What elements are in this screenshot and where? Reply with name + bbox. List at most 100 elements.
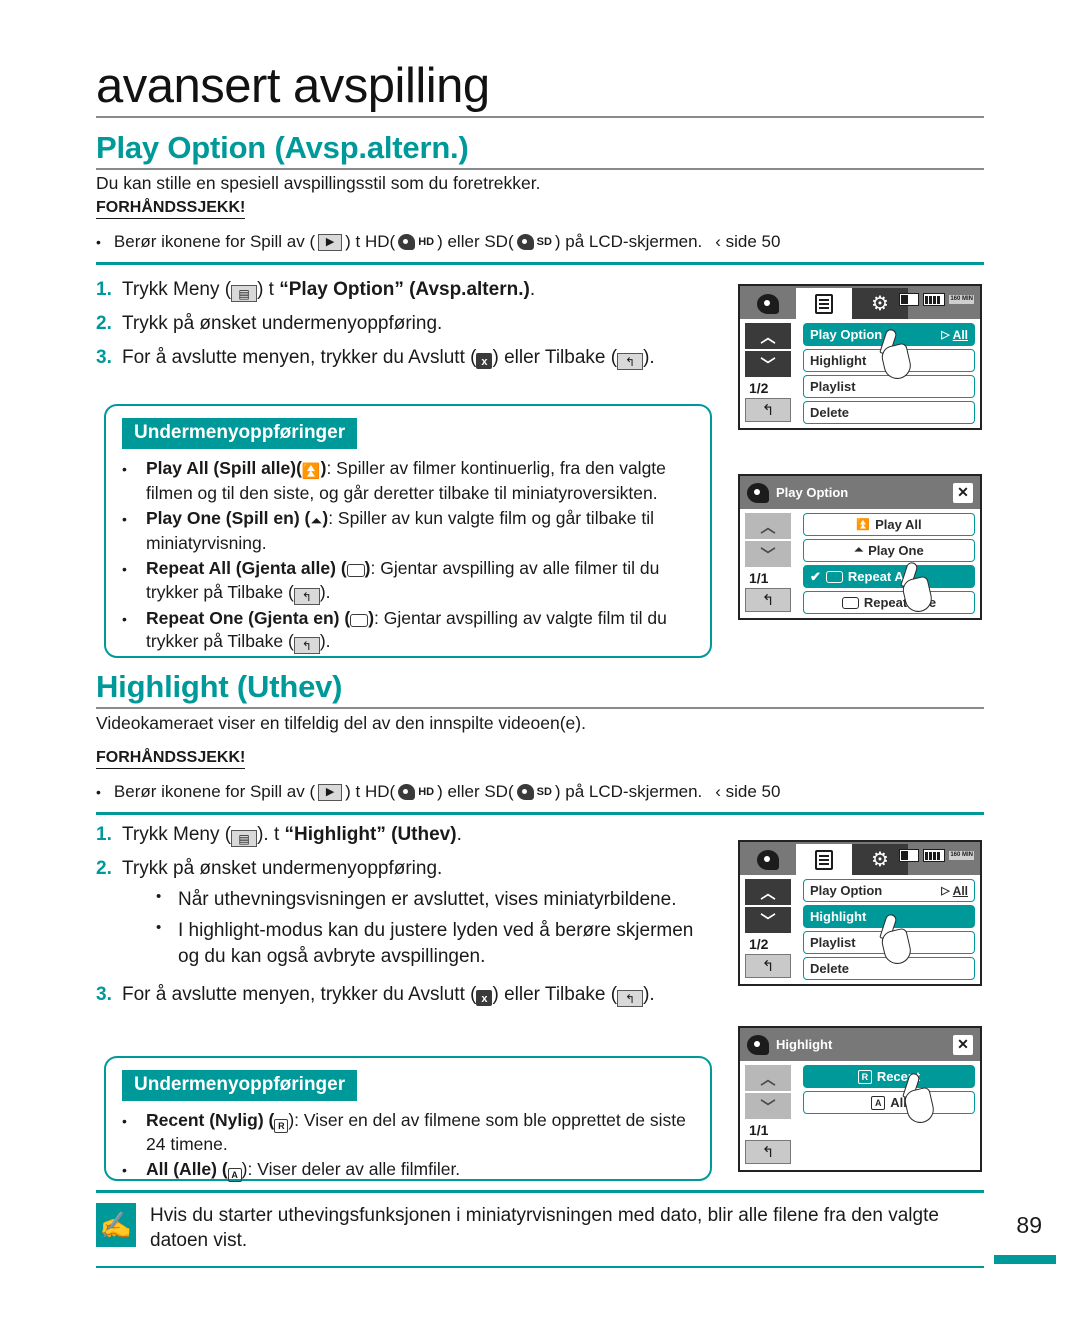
scroll-down-button[interactable]: ﹀ [745, 907, 791, 933]
step-text: For å avslutte menyen, trykker du Avslut… [122, 982, 716, 1008]
step-text-a: Trykk på ønsket undermenyoppføring. [122, 858, 443, 880]
back-button[interactable]: ↰ [745, 398, 791, 422]
menu-row-highlight[interactable]: Highlight [803, 905, 975, 928]
submenu-row-play-one[interactable]: ⏶ Play One [803, 539, 975, 562]
step-text-bold: “Play Option” (Avsp.altern.) [279, 279, 530, 300]
step-item: 3. For å avslutte menyen, trykker du Avs… [96, 345, 716, 371]
lcd-screen-menu-play-option: ⚙ 160 MIN ︿ ﹀ 1/2 ↰ Play Option ▷ All Hig… [738, 284, 982, 430]
film-reel-icon [398, 234, 416, 251]
menu-row-highlight[interactable]: Highlight [803, 349, 975, 372]
reel-icon [757, 293, 779, 314]
chevron-right-icon: ▷ [941, 329, 950, 341]
page-title: avansert avspilling [96, 59, 490, 113]
step-text-a: For å avslutte menyen, trykker du Avslut… [122, 984, 477, 1006]
precheck-row: • Berør ikonene for Spill av ( ▶ ) t HD(… [96, 781, 780, 803]
submenu-item-text: Play All (Spill alle)(⏫): Spiller av fil… [146, 458, 666, 503]
scroll-down-button[interactable]: ﹀ [745, 541, 791, 567]
tab-menu[interactable] [796, 288, 852, 319]
lcd-title: Highlight [776, 1037, 833, 1052]
bullet-dot: • [122, 561, 127, 578]
menu-row-playlist[interactable]: Playlist [803, 375, 975, 398]
lcd-body: ︿ ﹀ 1/1 ↰ ⏫ Play All ⏶ Play One ✔ Repeat Al… [740, 509, 980, 618]
bullet-dot: • [96, 233, 101, 250]
step-text: Trykk Meny (▤). t “Highlight” (Uthev). [122, 822, 716, 848]
film-reel-icon [398, 784, 416, 801]
step-text-b: ) t [257, 279, 280, 300]
scroll-up-button[interactable]: ︿ [745, 323, 791, 349]
steps-play-option: 1. Trykk Meny (▤) t “Play Option” (Avsp.… [96, 277, 716, 380]
menu-row-label: Play Option [810, 327, 883, 342]
step-item: 3. For å avslutte menyen, trykker du Avs… [96, 982, 716, 1008]
all-icon: A [227, 1168, 242, 1183]
back-icon: ↰ [617, 990, 644, 1008]
submenu-row-label: Repeat All [847, 569, 911, 584]
precheck-label: FORHÅNDSSJEKK! [96, 199, 246, 219]
step-text-c: ). [643, 984, 655, 1006]
submenu-row-repeat-all[interactable]: ✔ Repeat All [803, 565, 975, 588]
tab-menu[interactable] [796, 844, 852, 875]
step-text-a: Trykk Meny ( [122, 279, 232, 300]
menu-row-play-option[interactable]: Play Option ▷ All [803, 323, 975, 346]
lcd-tab-bar: ⚙ 160 MIN [740, 842, 980, 875]
submenu-row-label: All [890, 1095, 907, 1110]
close-icon[interactable]: ✕ [953, 1034, 973, 1055]
sd-card-icon [899, 293, 920, 306]
lcd-nav-column: ︿ ﹀ 1/2 ↰ [745, 879, 797, 984]
bullet-dot: • [122, 1113, 127, 1129]
play-one-icon: ⏶ [854, 544, 864, 556]
step-number: 3. [96, 347, 112, 369]
substep-text: I highlight-modus kan du justere lyden v… [178, 919, 694, 967]
back-icon: ↰ [293, 636, 320, 654]
submenu-item-tail: ). [319, 630, 331, 651]
menu-row-playlist[interactable]: Playlist [803, 931, 975, 954]
reel-icon [757, 849, 779, 870]
step-text-b: ). t [257, 824, 285, 845]
scroll-up-button[interactable]: ︿ [745, 513, 791, 539]
film-reel-icon [516, 234, 534, 251]
section-lead-text: Du kan stille en spesiell avspillingssti… [96, 173, 541, 193]
back-button[interactable]: ↰ [745, 588, 791, 612]
scroll-up-button[interactable]: ︿ [745, 879, 791, 905]
note-text: Hvis du starter uthevingsfunksjonen i mi… [150, 1204, 939, 1252]
submenu-row-repeat-one[interactable]: Repeat One [803, 591, 975, 614]
chevron-right-icon: ▷ [941, 885, 950, 897]
play-all-icon: ⏫ [856, 519, 871, 531]
back-button[interactable]: ↰ [745, 954, 791, 978]
submenu-row-recent[interactable]: R Recent [803, 1065, 975, 1088]
submenu-item-text: Repeat One (Gjenta en) (): Gjentar avspi… [146, 607, 667, 654]
bullet-dot: • [122, 511, 127, 528]
menu-row-delete[interactable]: Delete [803, 957, 975, 980]
precheck-text-mid2: ) eller SD( [437, 782, 514, 801]
submenu-tag: Undermenyoppføringer [122, 1070, 358, 1101]
step-item: 1. Trykk Meny (▤). t “Highlight” (Uthev)… [96, 822, 716, 848]
scroll-down-button[interactable]: ﹀ [745, 351, 791, 377]
record-time-label: 160 MIN [949, 851, 974, 860]
back-button[interactable]: ↰ [745, 1140, 791, 1164]
menu-row-delete[interactable]: Delete [803, 401, 975, 424]
sd-card-icon [899, 849, 920, 862]
lcd-status-bar: 160 MIN [899, 293, 974, 306]
sd-label: SD [536, 785, 552, 798]
submenu-row-play-all[interactable]: ⏫ Play All [803, 513, 975, 536]
substep-list: • Når uthevningsvisningen er avsluttet, v… [122, 887, 716, 970]
submenu-item-text: Recent (Nylig) (R): Viser en del av film… [146, 1109, 694, 1156]
sd-label: SD [536, 235, 552, 248]
repeat-all-icon [346, 564, 365, 578]
submenu-item-label: Play All (Spill alle) [146, 458, 297, 478]
hd-label: HD [418, 235, 435, 248]
menu-row-play-option[interactable]: Play Option ▷ All [803, 879, 975, 902]
chapter-header: avansert avspilling [96, 59, 984, 118]
section-lead-text: Videokameraet viser en tilfeldig del av … [96, 713, 586, 733]
scroll-up-button[interactable]: ︿ [745, 1065, 791, 1091]
section-heading-highlight: Highlight (Uthev) [96, 669, 984, 710]
submenu-row-all[interactable]: A All [803, 1091, 975, 1114]
tab-playback[interactable] [740, 288, 796, 319]
lcd-title: Play Option [776, 485, 849, 500]
tab-playback[interactable] [740, 844, 796, 875]
scroll-down-button[interactable]: ﹀ [745, 1093, 791, 1119]
lcd-body: ︿ ﹀ 1/1 ↰ R Recent A All [740, 1061, 980, 1170]
back-icon: ↰ [293, 587, 320, 605]
close-icon[interactable]: ✕ [953, 482, 973, 503]
reel-icon [747, 482, 769, 503]
submenu-box-highlight: Undermenyoppføringer • Recent (Nylig) (R… [104, 1056, 712, 1183]
